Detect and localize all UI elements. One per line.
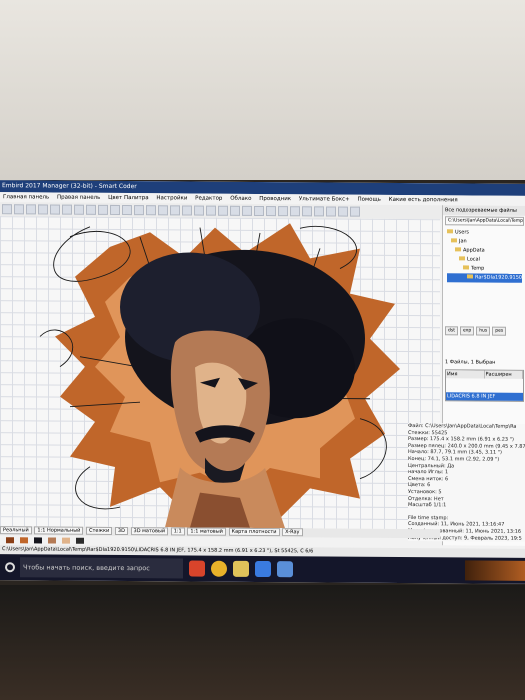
format-pes-button[interactable]: pes (492, 326, 507, 336)
store-icon[interactable] (255, 560, 271, 578)
color-swatch[interactable] (48, 537, 56, 544)
column-name[interactable]: Имя (446, 370, 485, 379)
tree-item-rar[interactable]: Rar$DIa1920.9150 (447, 273, 522, 283)
menu-item-addons[interactable]: Какие есть дополнения (389, 197, 458, 203)
desk-surface (0, 585, 525, 700)
color-swatch[interactable] (62, 537, 70, 544)
chrome-icon[interactable] (211, 560, 227, 577)
windows-taskbar: Чтобы начать поиск, введите запрос (0, 554, 525, 584)
tab-normal[interactable]: 1:1 Нормальный (34, 526, 84, 535)
toolbar-button[interactable] (26, 204, 36, 215)
tab-3d-matte[interactable]: 3D матовый (130, 527, 169, 536)
toolbar-button[interactable] (350, 206, 360, 217)
toolbar-button[interactable] (170, 205, 180, 216)
menu-item-main[interactable]: Главная панель (3, 194, 49, 200)
folder-icon (467, 274, 473, 279)
embroidery-canvas[interactable] (0, 216, 440, 530)
toolbar-button[interactable] (134, 205, 144, 216)
toolbar-button[interactable] (110, 204, 120, 216)
tab-x-ray[interactable]: X-Ray (282, 528, 303, 537)
file-row-selected[interactable]: LIDACRIS 6.8 IN JEF (446, 392, 523, 401)
toolbar-button[interactable] (338, 206, 348, 217)
toolbar-button[interactable] (290, 206, 300, 217)
color-swatch[interactable] (6, 537, 14, 544)
toolbar-button[interactable] (326, 206, 336, 217)
tab-1-1-matte[interactable]: 1:1 матовый (187, 527, 226, 536)
color-swatch[interactable] (76, 537, 84, 544)
column-extension[interactable]: Расширен (484, 370, 523, 379)
taskbar-search[interactable]: Чтобы начать поиск, введите запрос (20, 557, 183, 579)
toolbar-button[interactable] (230, 205, 240, 216)
tree-item-local[interactable]: Local (447, 255, 522, 265)
toolbar-button[interactable] (242, 205, 252, 216)
toolbar-button[interactable] (278, 206, 288, 217)
toolbar-button[interactable] (218, 205, 228, 216)
format-hus-button[interactable]: hus (476, 326, 491, 336)
taskbar-tray (465, 560, 525, 581)
folder-tree: Users Jan AppData Local Temp Rar$DIa1920… (443, 226, 525, 285)
tab-3d[interactable]: 3D (114, 526, 128, 536)
files-status: 1 Файлы, 1 Выбран (445, 359, 496, 366)
folder-icon (451, 238, 457, 243)
toolbar-button[interactable] (74, 204, 84, 215)
format-exp-button[interactable]: exp (459, 326, 475, 336)
toolbar-button[interactable] (38, 204, 48, 215)
explorer-path[interactable]: C:\Users\Jan\AppData\Local\Temp\ (445, 216, 524, 226)
toolbar-button[interactable] (266, 206, 276, 217)
folder-icon (459, 256, 465, 261)
menu-item-help[interactable]: Помощь (357, 197, 380, 203)
toolbar-button[interactable] (14, 204, 24, 215)
monitor-bezel-top (0, 0, 525, 180)
toolbar-button[interactable] (302, 206, 312, 217)
toolbar-button[interactable] (50, 204, 60, 215)
embroidery-design (39, 223, 400, 529)
toolbar-button[interactable] (314, 206, 324, 217)
menu-item-explorer[interactable]: Проводник (259, 196, 291, 202)
color-swatch[interactable] (34, 537, 42, 544)
toolbar-button[interactable] (86, 204, 96, 215)
tab-real[interactable]: Реальный (0, 526, 32, 535)
toolbar-button[interactable] (146, 205, 156, 216)
toolbar-button[interactable] (254, 205, 264, 217)
folder-icon (463, 265, 469, 270)
embird-icon[interactable] (277, 561, 293, 578)
color-swatch[interactable] (20, 537, 28, 544)
menu-item-ultimate[interactable]: Ультимате Бокс+ (299, 196, 350, 202)
file-list: Имя Расширен LIDACRIS 6.8 IN JEF (445, 369, 524, 402)
tab-density-map[interactable]: Карта плотности (228, 527, 280, 537)
tab-stitches[interactable]: Стежки (86, 526, 113, 535)
menu-item-palette[interactable]: Цвет Палитра (108, 195, 149, 201)
app-icon[interactable] (189, 560, 205, 577)
menu-item-right[interactable]: Правая панель (57, 195, 100, 201)
explorer-header: Все подозреваемые файлы (443, 205, 525, 216)
format-dst-button[interactable]: dst (445, 326, 458, 336)
folder-icon[interactable] (233, 560, 249, 577)
menu-item-cloud[interactable]: Облако (230, 196, 251, 202)
toolbar-button[interactable] (206, 205, 216, 216)
toolbar-button[interactable] (62, 204, 72, 215)
menu-item-settings[interactable]: Настройки (156, 195, 187, 201)
toolbar-button[interactable] (182, 205, 192, 216)
toolbar-button[interactable] (98, 204, 108, 215)
cortana-icon[interactable] (5, 562, 15, 573)
toolbar-button[interactable] (194, 205, 204, 216)
toolbar-button[interactable] (158, 205, 168, 216)
screen: Embird 2017 Manager (32-bit) - Smart Cod… (0, 180, 525, 584)
toolbar-button[interactable] (2, 204, 12, 215)
format-buttons: dst exp hus pes (443, 324, 525, 338)
folder-icon (455, 247, 461, 252)
tab-1-1[interactable]: 1:1 (170, 527, 185, 536)
folder-icon (447, 229, 453, 234)
menu-item-editor[interactable]: Редактор (195, 196, 222, 202)
toolbar-button[interactable] (122, 205, 132, 216)
file-info-panel: Файл: C:\Users\Jan\AppData\Local\Temp\Ra… (408, 423, 525, 542)
